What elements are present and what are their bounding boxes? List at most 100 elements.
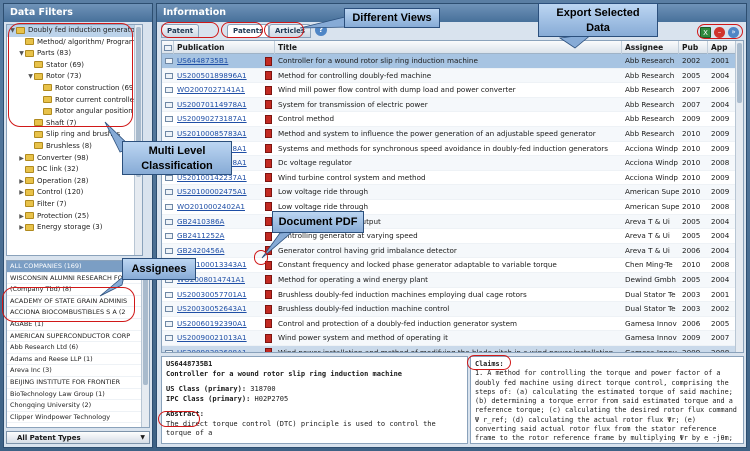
expand-right-icon[interactable]: ▶ (18, 211, 25, 223)
row-document-icon[interactable] (162, 244, 174, 258)
table-row[interactable]: US20050189896A1 Method for controlling do… (162, 68, 737, 84)
table-row[interactable]: US20100148508A1Dc voltage regulatorAccio… (162, 156, 737, 171)
tree-node[interactable]: ▶ Energy storage (3) (7, 222, 142, 234)
assignee-scrollbar[interactable] (141, 261, 149, 427)
pdf-icon[interactable] (264, 331, 275, 345)
pdf-icon[interactable] (264, 288, 275, 302)
column-app[interactable]: App (708, 41, 737, 54)
row-document-icon[interactable] (162, 215, 174, 229)
pdf-icon[interactable] (264, 317, 275, 331)
column-publication[interactable]: Publication (174, 41, 275, 54)
row-document-icon[interactable] (162, 98, 174, 112)
patent-types-dropdown[interactable]: All Patent Types ▼ (6, 431, 150, 444)
grid-scrollbar[interactable] (735, 41, 743, 352)
publication-link[interactable]: US20100002475A1 (174, 185, 264, 199)
tree-scrollbar[interactable] (134, 25, 142, 255)
assignee-item[interactable]: AMERICAN SUPERCONDUCTOR CORP (7, 331, 149, 343)
row-document-icon[interactable] (162, 229, 174, 243)
pdf-icon[interactable] (264, 112, 275, 126)
pdf-icon[interactable] (264, 98, 275, 112)
assignee-list[interactable]: ALL COMPANIES (169) WISCONSIN ALUMNI RESE… (6, 260, 150, 428)
publication-link[interactable]: WO2010002402A1 (174, 200, 264, 214)
publication-link[interactable]: US20030057701A1 (174, 288, 264, 302)
row-document-icon[interactable] (162, 112, 174, 126)
row-document-icon[interactable] (162, 288, 174, 302)
publication-link[interactable]: US20070114978A1 (174, 98, 264, 112)
publication-link[interactable]: GB2420456A (174, 244, 264, 258)
assignee-item[interactable]: Chongqing University (2) (7, 400, 149, 412)
assignee-item[interactable]: Clipper Windpower Technology (7, 412, 149, 424)
table-row[interactable]: US20100109328A1Systems and methods for s… (162, 142, 737, 157)
publication-link[interactable]: US20090302608A1 (174, 346, 264, 352)
tree-node[interactable]: Slip ring and brushes (7, 129, 142, 141)
pdf-icon[interactable] (264, 83, 275, 97)
expand-right-icon[interactable]: ▶ (18, 222, 25, 234)
table-row[interactable]: US6448735B1 Controller for a wound rotor … (162, 54, 737, 69)
table-row[interactable]: US20100002475A1 Low voltage ride through A… (162, 185, 737, 200)
pdf-icon[interactable] (264, 156, 275, 170)
table-row[interactable]: GB2411252A Controlling generator at varyi… (162, 229, 737, 244)
assignee-item[interactable]: Abb Research Ltd (6) (7, 342, 149, 354)
table-row[interactable]: US20100085783A1 Method and system to infl… (162, 126, 737, 142)
pdf-icon[interactable] (264, 302, 275, 316)
row-document-icon[interactable] (162, 185, 174, 199)
table-row[interactable]: US20060192390A1 Control and protection of… (162, 317, 737, 332)
table-row[interactable]: WO2008014741A1 Method for operating a win… (162, 272, 737, 288)
row-document-icon[interactable] (162, 83, 174, 97)
tree-node[interactable]: ▶ Operation (28) (7, 176, 142, 188)
table-row[interactable]: US20030057701A1 Brushless doubly-fed indu… (162, 288, 737, 303)
select-column-icon[interactable] (162, 41, 174, 54)
row-document-icon[interactable] (162, 54, 174, 68)
publication-link[interactable]: US20090273187A1 (174, 112, 264, 126)
table-row[interactable]: WO2007027141A1 Wind mill power flow contr… (162, 83, 737, 98)
publication-link[interactable]: GB2410386A (174, 215, 264, 229)
publication-link[interactable]: US20100085783A1 (174, 127, 264, 141)
table-row[interactable]: US20030052643A1 Brushless doubly-fed indu… (162, 302, 737, 317)
table-row[interactable]: US20090273187A1 Control method Abb Researc… (162, 112, 737, 127)
row-document-icon[interactable] (162, 331, 174, 345)
pdf-icon[interactable] (264, 273, 275, 287)
row-document-icon[interactable] (162, 200, 174, 214)
help-icon[interactable]: ? (315, 24, 327, 36)
table-row[interactable]: GB2410386AControlling generator outputAr… (162, 214, 737, 230)
publication-link[interactable]: US6448735B1 (174, 54, 264, 68)
expand-right-icon[interactable]: ▶ (18, 176, 25, 188)
tree-node[interactable]: ▶ Control (120) (7, 187, 142, 199)
assignee-item[interactable]: BEIJING INSTITUTE FOR FRONTIER (7, 377, 149, 389)
pdf-icon[interactable] (264, 346, 275, 352)
row-document-icon[interactable] (162, 127, 174, 141)
pdf-icon[interactable] (264, 127, 275, 141)
publication-link[interactable]: US20050189896A1 (174, 69, 264, 83)
assignee-item[interactable]: Areva Inc (3) (7, 365, 149, 377)
assignee-item[interactable]: BioTechnology Law Group (1) (7, 389, 149, 401)
row-document-icon[interactable] (162, 69, 174, 83)
column-assignee[interactable]: Assignee (622, 41, 679, 54)
pdf-icon[interactable] (264, 54, 275, 68)
table-row[interactable]: US20070114978A1 System for transmission o… (162, 97, 737, 113)
row-document-icon[interactable] (162, 302, 174, 316)
column-title[interactable]: Title (275, 41, 622, 54)
column-pub[interactable]: Pub (679, 41, 708, 54)
publication-link[interactable]: US20090021013A1 (174, 331, 264, 345)
table-row[interactable]: US20090021013A1 Wind power system and met… (162, 331, 737, 346)
table-row[interactable]: WO2010002402A1 Low voltage ride through Am… (162, 200, 737, 215)
pdf-icon[interactable] (264, 69, 275, 83)
row-document-icon[interactable] (162, 317, 174, 331)
table-row[interactable]: GB2420456A Generator control having grid … (162, 243, 737, 259)
publication-link[interactable]: US20060192390A1 (174, 317, 264, 331)
pdf-icon[interactable] (264, 142, 275, 156)
pdf-icon[interactable] (264, 171, 275, 185)
pdf-icon[interactable] (264, 185, 275, 199)
table-row[interactable]: US20100013343A1 Constant frequency and lo… (162, 258, 737, 273)
publication-link[interactable]: WO2007027141A1 (174, 83, 264, 97)
row-document-icon[interactable] (162, 346, 174, 352)
expand-right-icon[interactable]: ▶ (18, 153, 25, 165)
tree-node[interactable]: ▶ Protection (25) (7, 211, 142, 223)
publication-link[interactable]: GB2411252A (174, 229, 264, 243)
expand-right-icon[interactable]: ▶ (18, 187, 25, 199)
table-row[interactable]: US20090302608A1 Wind power installation a… (162, 345, 737, 352)
tree-node[interactable]: Filter (7) (7, 199, 142, 211)
assignee-item[interactable]: Adams and Reese LLP (1) (7, 354, 149, 366)
table-row[interactable]: US20100142237A1 Wind turbine control syst… (162, 171, 737, 186)
publication-link[interactable]: US20030052643A1 (174, 302, 264, 316)
